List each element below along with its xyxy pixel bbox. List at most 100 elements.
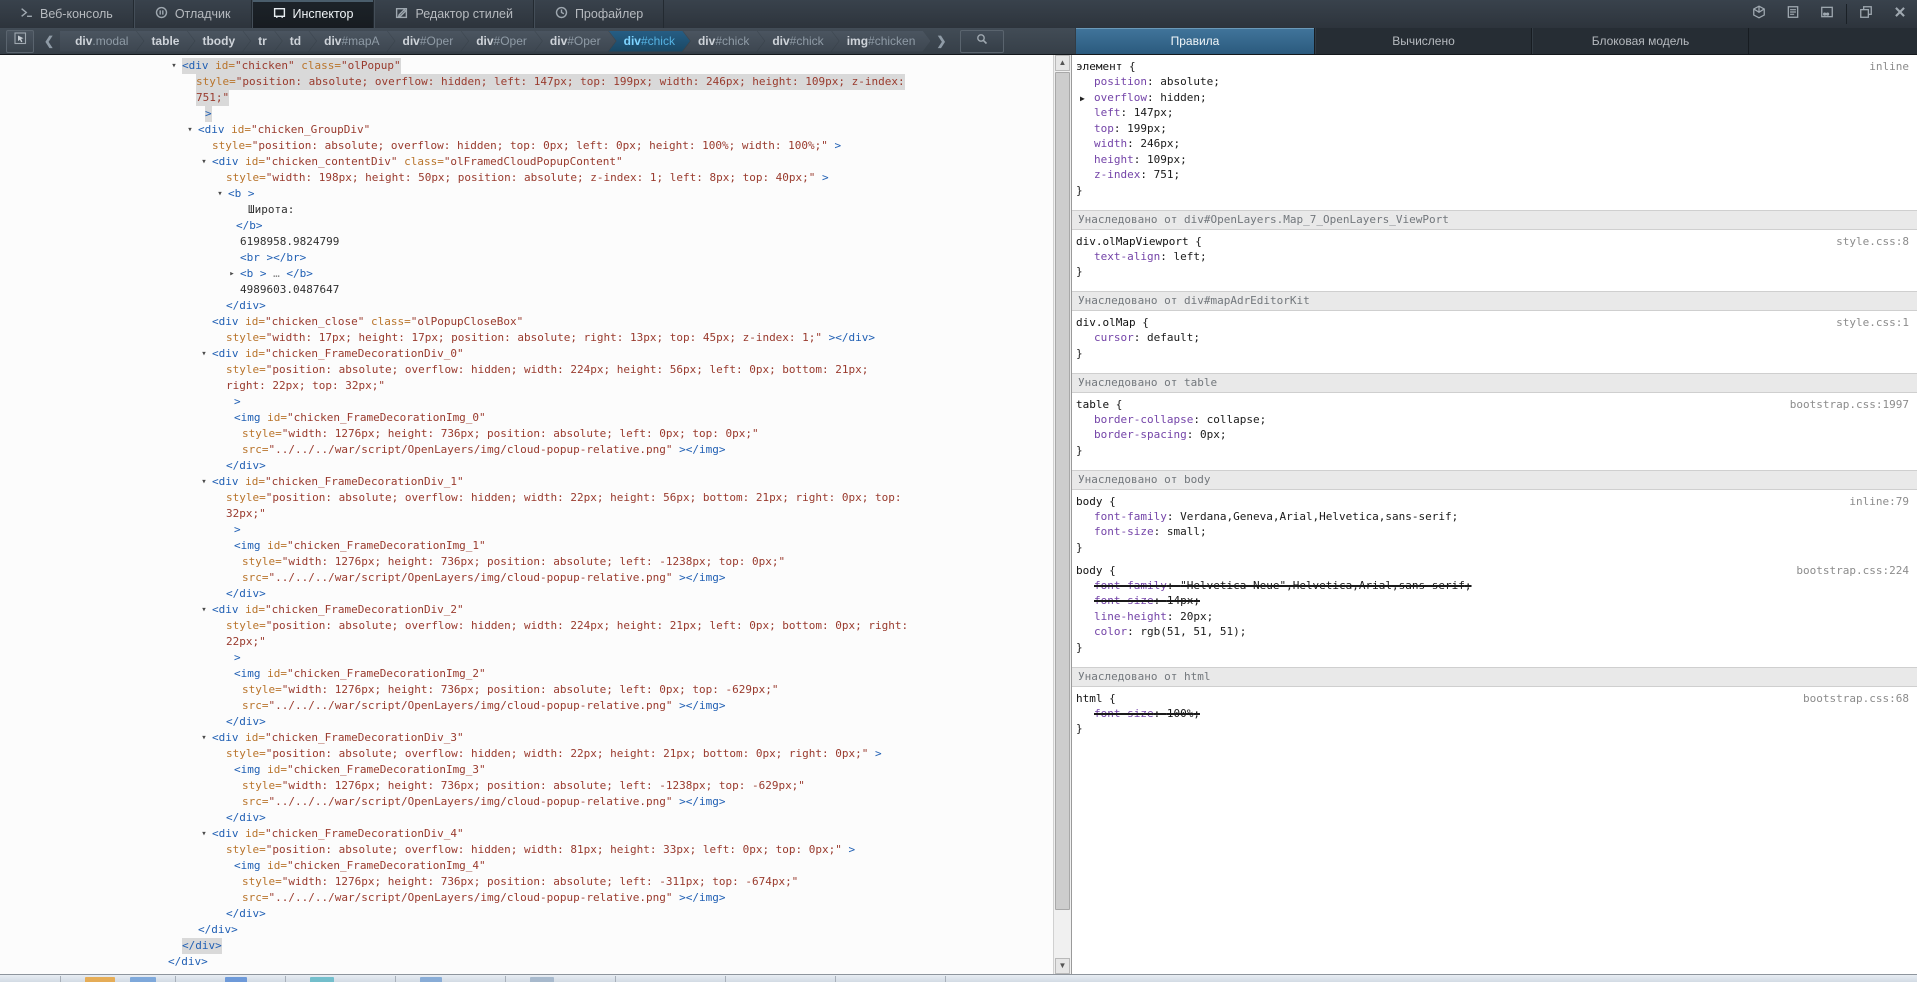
css-property[interactable]: z-index: 751; [1072,167,1913,183]
search-button[interactable] [960,30,1004,53]
sidebar-tab-1[interactable]: Правила [1075,28,1315,54]
rule-source-link[interactable]: bootstrap.css:68 [1803,691,1909,706]
sidebar-tab-3[interactable]: Блоковая модель [1532,28,1749,54]
markup-line[interactable]: src="../../../war/script/OpenLayers/img/… [0,570,1053,586]
rule-source-link[interactable]: style.css:8 [1836,234,1909,249]
markup-line[interactable]: <img id="chicken_FrameDecorationImg_0" [0,410,1053,426]
markup-line[interactable]: style="position: absolute; overflow: hid… [0,138,1053,154]
markup-line[interactable]: > [0,522,1053,538]
breadcrumb-item[interactable]: div#chick [757,31,838,52]
css-property[interactable]: position: absolute; [1072,74,1913,90]
breadcrumb-item[interactable]: div.modal [60,31,143,52]
breadcrumb-item[interactable]: table [136,31,194,52]
markup-line[interactable]: </div> [0,714,1053,730]
markup-line[interactable]: </div> [0,458,1053,474]
toolbar-tab-2[interactable]: Отладчик [134,0,252,28]
css-property[interactable]: text-align: left; [1072,249,1913,265]
markup-line[interactable]: </div> [0,586,1053,602]
css-property[interactable]: font-family: "Helvetica Neue",Helvetica,… [1072,578,1913,594]
markup-line[interactable]: <img id="chicken_FrameDecorationImg_1" [0,538,1053,554]
close-button[interactable] [1883,0,1917,28]
rule-source-link[interactable]: bootstrap.css:224 [1796,563,1909,578]
breadcrumb-item[interactable]: tbody [187,31,250,52]
markup-line[interactable]: <br ></br> [0,250,1053,266]
3d-view-button[interactable] [1742,0,1776,28]
markup-line[interactable]: </b> [0,218,1053,234]
undock-button[interactable] [1849,0,1883,28]
markup-line[interactable]: ▾<div id="chicken_FrameDecorationDiv_0" [0,346,1053,362]
property-expand-arrow-icon[interactable]: ▶ [1080,91,1085,107]
scrollbar-thumb[interactable] [1055,72,1070,910]
breadcrumb-item[interactable]: img#chicken [832,31,931,52]
css-property[interactable]: cursor: default; [1072,330,1913,346]
markup-line[interactable]: src="../../../war/script/OpenLayers/img/… [0,890,1053,906]
responsive-mode-button[interactable] [1810,0,1844,28]
markup-line[interactable]: style="width: 1276px; height: 736px; pos… [0,554,1053,570]
node-picker-button[interactable] [6,30,34,53]
collapse-arrow-icon[interactable]: ▾ [199,602,209,618]
css-property[interactable]: border-collapse: collapse; [1072,412,1913,428]
rule-source-link[interactable]: inline:79 [1849,494,1909,509]
markup-line[interactable]: 6198958.9824799 [0,234,1053,250]
css-property[interactable]: font-family: Verdana,Geneva,Arial,Helvet… [1072,509,1913,525]
scroll-up-arrow-icon[interactable]: ▲ [1055,55,1070,71]
markup-line[interactable]: 22px;" [0,634,1053,650]
collapse-arrow-icon[interactable]: ▾ [185,122,195,138]
markup-line[interactable]: > [0,650,1053,666]
collapse-arrow-icon[interactable]: ▾ [169,58,179,74]
markup-line[interactable]: style="width: 1276px; height: 736px; pos… [0,778,1053,794]
css-property[interactable]: font-size: 14px; [1072,593,1913,609]
toolbar-tab-3[interactable]: Инспектор [252,0,375,28]
css-property[interactable]: left: 147px; [1072,105,1913,121]
scratchpad-button[interactable] [1776,0,1810,28]
markup-line[interactable]: <img id="chicken_FrameDecorationImg_3" [0,762,1053,778]
markup-line[interactable]: ▾<div id="chicken_FrameDecorationDiv_3" [0,730,1053,746]
markup-line[interactable]: ▾<div id="chicken_FrameDecorationDiv_2" [0,602,1053,618]
markup-line[interactable]: style="width: 1276px; height: 736px; pos… [0,426,1053,442]
rule-source-link[interactable]: inline [1869,59,1909,74]
markup-line[interactable]: style="position: absolute; overflow: hid… [0,490,1053,506]
breadcrumb-item[interactable]: div#Oper [461,31,542,52]
collapse-arrow-icon[interactable]: ▾ [199,474,209,490]
markup-line[interactable]: ▾<div id="chicken_FrameDecorationDiv_1" [0,474,1053,490]
css-property[interactable]: border-spacing: 0px; [1072,427,1913,443]
markup-line[interactable]: </div> [0,810,1053,826]
toolbar-tab-4[interactable]: Редактор стилей [374,0,533,28]
css-property[interactable]: font-size: 100%; [1072,706,1913,722]
markup-line[interactable]: style="position: absolute; overflow: hid… [0,746,1053,762]
collapse-arrow-icon[interactable]: ▾ [199,346,209,362]
markup-line[interactable]: ▾<div id="chicken_GroupDiv" [0,122,1053,138]
rule-source-link[interactable]: style.css:1 [1836,315,1909,330]
markup-line[interactable]: </div> [0,298,1053,314]
css-property[interactable]: ▶overflow: hidden; [1072,90,1913,106]
markup-line[interactable]: > [0,394,1053,410]
markup-line[interactable]: style="position: absolute; overflow: hid… [0,618,1053,634]
css-property[interactable]: line-height: 20px; [1072,609,1913,625]
scroll-down-arrow-icon[interactable]: ▼ [1055,958,1070,974]
markup-line[interactable]: 32px;" [0,506,1053,522]
toolbar-tab-5[interactable]: Профайлер [534,0,664,28]
markup-line[interactable]: </div> [0,938,1053,954]
markup-line[interactable]: ▾<div id="chicken" class="olPopup" [0,58,1053,74]
markup-line[interactable]: style="width: 1276px; height: 736px; pos… [0,874,1053,890]
rule-source-link[interactable]: bootstrap.css:1997 [1790,397,1909,412]
markup-line[interactable]: style="position: absolute; overflow: hid… [0,362,1053,378]
markup-line[interactable]: </div> [0,906,1053,922]
collapse-arrow-icon[interactable]: ▾ [199,826,209,842]
markup-line[interactable]: </div> [0,954,1053,970]
breadcrumb-item[interactable]: div#chick [683,31,764,52]
breadcrumb-item[interactable]: div#Oper [535,31,616,52]
markup-line[interactable]: src="../../../war/script/OpenLayers/img/… [0,698,1053,714]
breadcrumb-scroll-left[interactable]: ❮ [38,34,60,48]
markup-line[interactable]: > [0,106,1053,122]
markup-line[interactable]: <img id="chicken_FrameDecorationImg_4" [0,858,1053,874]
css-property[interactable]: color: rgb(51, 51, 51); [1072,624,1913,640]
markup-line[interactable]: <img id="chicken_FrameDecorationImg_2" [0,666,1053,682]
breadcrumb-item[interactable]: div#mapA [309,31,394,52]
markup-line[interactable]: 751;" [0,90,1053,106]
markup-line[interactable]: src="../../../war/script/OpenLayers/img/… [0,794,1053,810]
markup-line[interactable]: style="width: 198px; height: 50px; posit… [0,170,1053,186]
markup-line[interactable]: Широта: [0,202,1053,218]
css-property[interactable]: font-size: small; [1072,524,1913,540]
markup-line[interactable]: ▾<div id="chicken_FrameDecorationDiv_4" [0,826,1053,842]
